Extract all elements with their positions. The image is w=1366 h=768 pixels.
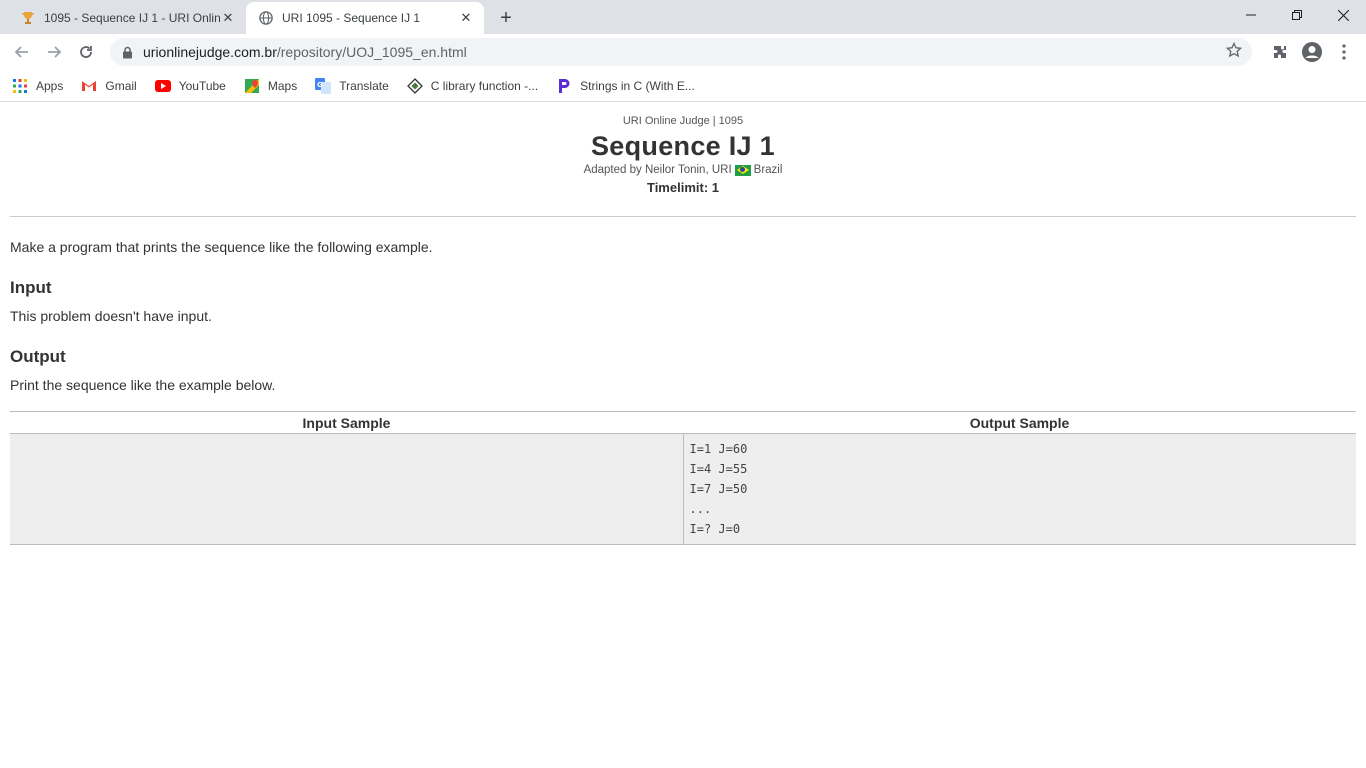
address-bar[interactable]: urionlinejudge.com.br/repository/UOJ_109… <box>110 38 1252 66</box>
maps-icon <box>244 78 260 94</box>
tab-uri-online[interactable]: 1095 - Sequence IJ 1 - URI Online ✕ <box>8 2 246 34</box>
brazil-flag-icon <box>734 164 751 176</box>
minimize-icon[interactable] <box>1228 0 1274 30</box>
problem-header: URI Online Judge | 1095 Sequence IJ 1 Ad… <box>10 102 1356 195</box>
bookmark-label: Apps <box>36 78 64 93</box>
close-tab-icon[interactable]: ✕ <box>458 10 474 26</box>
bookmarks-bar: Apps Gmail YouTube Maps G Translate C li… <box>0 70 1366 102</box>
author-text: Adapted by Neilor Tonin, URI <box>583 164 732 176</box>
apps-grid-icon <box>12 78 28 94</box>
trophy-icon <box>20 10 36 26</box>
restore-icon[interactable] <box>1274 0 1320 30</box>
output-text: Print the sequence like the example belo… <box>10 377 276 393</box>
programiz-icon <box>556 78 572 94</box>
lock-icon <box>122 46 133 59</box>
bookmark-c-library[interactable]: C library function -... <box>406 77 539 94</box>
output-line: I=4 J=55 <box>689 462 748 476</box>
svg-text:G: G <box>317 81 323 89</box>
tab-title: URI 1095 - Sequence IJ 1 <box>282 11 421 25</box>
browser-toolbar: urionlinejudge.com.br/repository/UOJ_109… <box>0 34 1366 70</box>
close-tab-icon[interactable]: ✕ <box>220 10 236 26</box>
forward-icon[interactable] <box>40 38 68 66</box>
bookmark-label: Translate <box>339 78 389 93</box>
browser-chrome: 1095 - Sequence IJ 1 - URI Online ✕ URI … <box>0 0 1366 102</box>
input-sample-header: Input Sample <box>10 411 683 434</box>
bookmark-youtube[interactable]: YouTube <box>154 78 226 94</box>
output-line: ... <box>689 502 712 516</box>
output-sample-cell: I=1 J=60 I=4 J=55 I=7 J=50 ... I=? J=0 <box>683 433 1356 545</box>
output-heading: Output <box>10 347 66 366</box>
input-sample-cell <box>10 433 684 545</box>
translate-icon: G <box>315 77 332 94</box>
timelimit: Timelimit: 1 <box>646 180 719 195</box>
author-country: Brazil <box>753 164 783 176</box>
bookmark-strings-in-c[interactable]: Strings in C (With E... <box>556 78 695 94</box>
problem-page: URI Online Judge | 1095 Sequence IJ 1 Ad… <box>0 102 1366 545</box>
globe-icon <box>258 10 274 26</box>
extensions-icon[interactable] <box>1266 38 1294 66</box>
bookmark-apps[interactable]: Apps <box>12 78 63 94</box>
breadcrumb: URI Online Judge | 1095 <box>622 115 744 127</box>
input-heading: Input <box>10 278 52 297</box>
bookmark-label: Maps <box>267 78 298 93</box>
divider <box>10 216 1356 217</box>
new-tab-button[interactable]: + <box>492 4 520 32</box>
output-line: I=7 J=50 <box>689 482 748 496</box>
bookmark-star-icon[interactable] <box>1225 41 1243 63</box>
bookmark-label: Gmail <box>105 78 137 93</box>
problem-description: Make a program that prints the sequence … <box>10 239 433 255</box>
url-host: urionlinejudge.com.br <box>143 44 277 60</box>
window-controls <box>1228 0 1366 30</box>
bookmark-maps[interactable]: Maps <box>244 78 297 94</box>
gmail-icon <box>81 78 97 94</box>
diamond-icon <box>406 77 423 94</box>
tab-title: 1095 - Sequence IJ 1 - URI Online <box>44 11 220 25</box>
tab-strip: 1095 - Sequence IJ 1 - URI Online ✕ URI … <box>0 0 1366 34</box>
youtube-icon <box>154 78 171 94</box>
menu-kebab-icon[interactable] <box>1330 38 1358 66</box>
samples-table: Input Sample Output Sample I=1 J=60 I=4 … <box>10 411 1356 545</box>
reload-icon[interactable] <box>72 38 100 66</box>
output-line: I=1 J=60 <box>689 442 748 456</box>
bookmark-label: C library function -... <box>430 78 539 93</box>
bookmark-gmail[interactable]: Gmail <box>81 78 137 94</box>
url-path: /repository/UOJ_1095_en.html <box>276 44 467 60</box>
close-window-icon[interactable] <box>1320 0 1366 30</box>
profile-avatar-icon[interactable] <box>1298 38 1326 66</box>
bookmark-label: YouTube <box>178 78 226 93</box>
output-line: I=? J=0 <box>689 522 741 536</box>
tab-sequence-ij1[interactable]: URI 1095 - Sequence IJ 1 ✕ <box>246 2 484 34</box>
page-title: Sequence IJ 1 <box>591 131 775 161</box>
output-sample-header: Output Sample <box>683 411 1356 434</box>
bookmark-label: Strings in C (With E... <box>580 78 695 93</box>
author-line: Adapted by Neilor Tonin, URI Brazil <box>10 164 1356 176</box>
bookmark-translate[interactable]: G Translate <box>315 77 389 94</box>
input-text: This problem doesn't have input. <box>10 308 212 324</box>
back-icon[interactable] <box>8 38 36 66</box>
